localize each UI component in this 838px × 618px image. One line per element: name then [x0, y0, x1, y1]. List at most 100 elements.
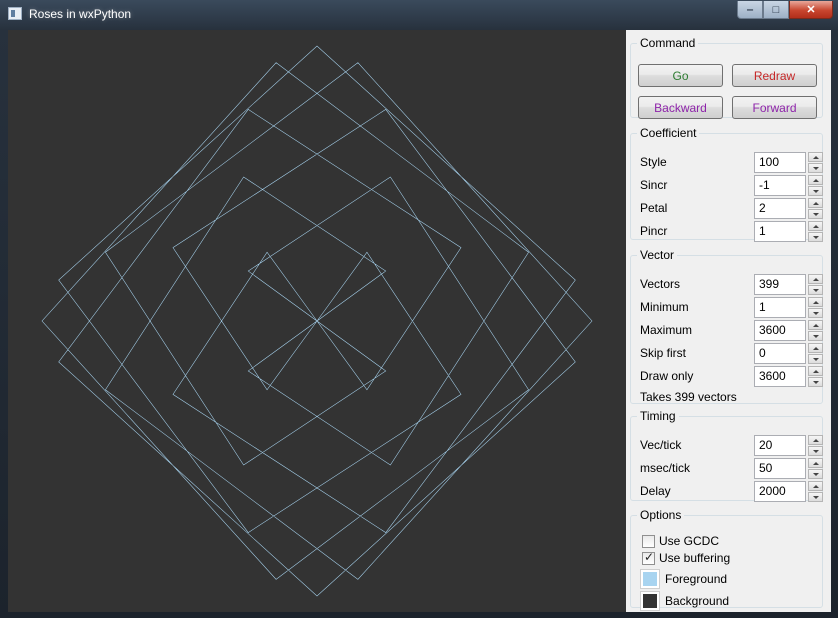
background-swatch	[643, 594, 657, 608]
coefficient-label: Sincr	[640, 178, 668, 192]
timing-legend: Timing	[640, 409, 676, 423]
spin-up-button[interactable]	[808, 198, 823, 208]
arrow-up-icon	[812, 438, 819, 442]
spin-up-button[interactable]	[808, 435, 823, 445]
coefficient-spinner: 2	[754, 198, 824, 219]
spin-up-button[interactable]	[808, 320, 823, 330]
command-group: Command Go Redraw Backward Forward	[630, 36, 823, 119]
timing-value-field[interactable]: 50	[754, 458, 806, 479]
spin-down-button[interactable]	[808, 492, 823, 502]
spin-down-button[interactable]	[808, 469, 823, 479]
spin-up-button[interactable]	[808, 366, 823, 376]
use-buffering-label[interactable]: Use buffering	[659, 551, 730, 565]
vector-spinner: 3600	[754, 320, 824, 341]
timing-group: Timing Vec/tick 20 msec/tick 50 Delay 2000	[630, 409, 824, 502]
vector-group: Vector Vectors 399 Minimum 1 Maximum 3600 Skip…	[630, 248, 823, 404]
spin-down-button[interactable]	[808, 377, 823, 387]
rose-curve	[41, 45, 593, 597]
arrow-up-icon	[812, 484, 819, 488]
spin-buttons	[808, 481, 823, 502]
backward-button[interactable]: Backward	[638, 96, 723, 119]
vector-value-field[interactable]: 399	[754, 274, 806, 295]
redraw-button[interactable]: Redraw	[732, 64, 817, 87]
timing-value-field[interactable]: 2000	[754, 481, 806, 502]
spin-up-button[interactable]	[808, 175, 823, 185]
spin-down-button[interactable]	[808, 308, 823, 318]
vector-label: Vectors	[640, 277, 681, 291]
arrow-down-icon	[812, 495, 819, 499]
timing-label: msec/tick	[640, 461, 691, 475]
use-buffering-checkbox[interactable]: ✓	[642, 550, 655, 565]
vector-label: Minimum	[640, 300, 689, 314]
foreground-color-button[interactable]	[640, 569, 660, 589]
vector-label: Maximum	[640, 323, 693, 337]
spin-buttons	[808, 320, 823, 341]
window-title: Roses in wxPython	[29, 7, 132, 21]
coefficient-value-field[interactable]: -1	[754, 175, 806, 196]
timing-label: Vec/tick	[640, 438, 682, 452]
spin-up-button[interactable]	[808, 221, 823, 231]
minimize-button[interactable]: ‒	[737, 1, 763, 19]
use-gcdc-label[interactable]: Use GCDC	[659, 534, 719, 548]
coefficient-label: Style	[640, 155, 667, 169]
spin-down-button[interactable]	[808, 209, 823, 219]
caption-buttons: ‒ □ ✕	[737, 1, 833, 20]
vector-value-field[interactable]: 3600	[754, 320, 806, 341]
spin-buttons	[808, 366, 823, 387]
arrow-up-icon	[812, 155, 819, 159]
vector-spinner: 3600	[754, 366, 824, 387]
maximize-button[interactable]: □	[763, 1, 789, 19]
vector-value-field[interactable]: 3600	[754, 366, 806, 387]
background-color-button[interactable]	[640, 591, 660, 611]
app-icon[interactable]	[8, 7, 22, 20]
spin-down-button[interactable]	[808, 285, 823, 295]
vector-label: Draw only	[640, 369, 694, 383]
spin-down-button[interactable]	[808, 186, 823, 196]
minimize-icon: ‒	[746, 3, 754, 16]
go-button[interactable]: Go	[638, 64, 723, 87]
arrow-down-icon	[812, 449, 819, 453]
forward-button[interactable]: Forward	[732, 96, 817, 119]
spin-down-button[interactable]	[808, 232, 823, 242]
coefficient-label: Petal	[640, 201, 668, 215]
coefficient-value-field[interactable]: 100	[754, 152, 806, 173]
spin-up-button[interactable]	[808, 152, 823, 162]
spin-up-button[interactable]	[808, 297, 823, 307]
spin-down-button[interactable]	[808, 163, 823, 173]
vector-legend: Vector	[640, 248, 675, 262]
close-button[interactable]: ✕	[789, 1, 833, 19]
spin-down-button[interactable]	[808, 331, 823, 341]
use-gcdc-checkbox[interactable]	[642, 535, 655, 548]
spin-up-button[interactable]	[808, 274, 823, 284]
foreground-swatch	[643, 572, 657, 586]
control-panel: Command Go Redraw Backward Forward Coeff…	[626, 30, 831, 612]
spin-up-button[interactable]	[808, 481, 823, 491]
checkmark-icon: ✓	[644, 550, 655, 564]
spin-buttons	[808, 343, 823, 364]
arrow-down-icon	[812, 311, 819, 315]
coefficient-value-field[interactable]: 1	[754, 221, 806, 242]
command-legend: Command	[640, 36, 696, 50]
spin-up-button[interactable]	[808, 458, 823, 468]
title-bar[interactable]: Roses in wxPython ‒ □ ✕	[0, 0, 838, 30]
arrow-up-icon	[812, 369, 819, 373]
arrow-up-icon	[812, 461, 819, 465]
maximize-icon: □	[772, 3, 780, 16]
timing-value-field[interactable]: 20	[754, 435, 806, 456]
vector-value-field[interactable]: 0	[754, 343, 806, 364]
spin-up-button[interactable]	[808, 343, 823, 353]
coefficient-value-field[interactable]: 2	[754, 198, 806, 219]
timing-spinner: 2000	[754, 481, 824, 502]
vector-value-field[interactable]: 1	[754, 297, 806, 318]
spin-down-button[interactable]	[808, 446, 823, 456]
timing-spinner: 20	[754, 435, 824, 456]
rose-canvas[interactable]	[8, 30, 626, 612]
app-window: Roses in wxPython ‒ □ ✕ Command Go Redra…	[0, 0, 838, 618]
spin-buttons	[808, 221, 823, 242]
spin-buttons	[808, 297, 823, 318]
options-group: Options Use GCDC ✓ Use buffering Foregro…	[630, 508, 823, 611]
vector-spinner: 1	[754, 297, 824, 318]
foreground-label: Foreground	[665, 572, 728, 586]
spin-down-button[interactable]	[808, 354, 823, 364]
spin-buttons	[808, 274, 823, 295]
